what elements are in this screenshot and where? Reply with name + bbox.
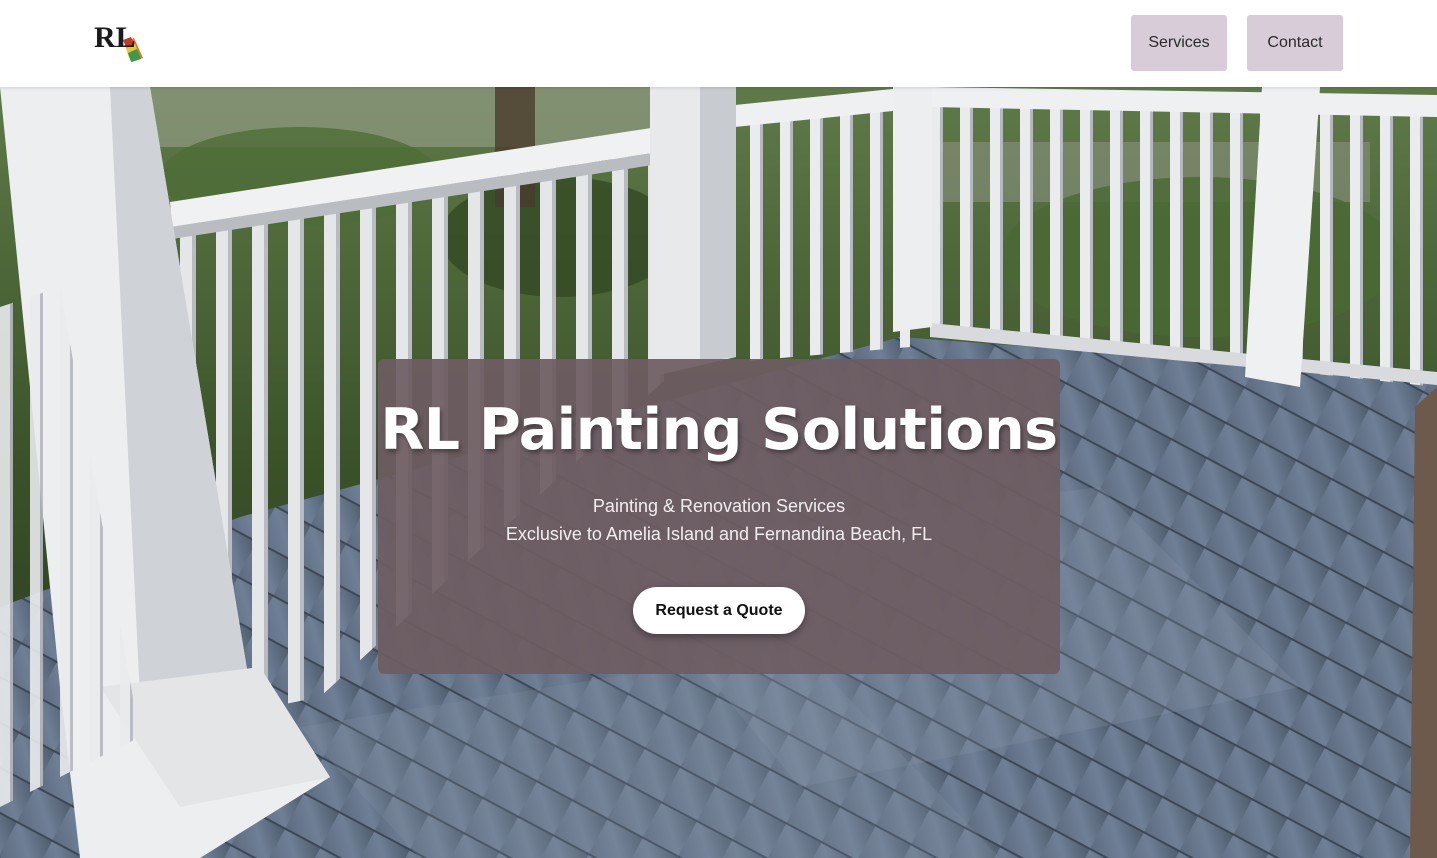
hero-section: RL Painting Solutions Painting & Renovat… <box>0 87 1437 858</box>
hero-subtitle: Painting & Renovation Services Exclusive… <box>378 492 1060 548</box>
svg-text:RL: RL <box>94 21 136 54</box>
hero-subtitle-line1: Painting & Renovation Services <box>592 496 846 516</box>
hero-card: RL Painting Solutions Painting & Renovat… <box>378 359 1060 674</box>
logo[interactable]: RL <box>94 18 146 66</box>
nav-services-button[interactable]: Services <box>1131 15 1227 71</box>
hero-title: RL Painting Solutions <box>380 397 1058 463</box>
nav-contact-button[interactable]: Contact <box>1247 15 1343 71</box>
site-header: RL Services Contact <box>0 0 1437 87</box>
hero-subtitle-line2: Exclusive to Amelia Island and Fernandin… <box>505 524 933 544</box>
logo-icon: RL <box>94 21 143 62</box>
request-quote-button[interactable]: Request a Quote <box>633 587 805 634</box>
